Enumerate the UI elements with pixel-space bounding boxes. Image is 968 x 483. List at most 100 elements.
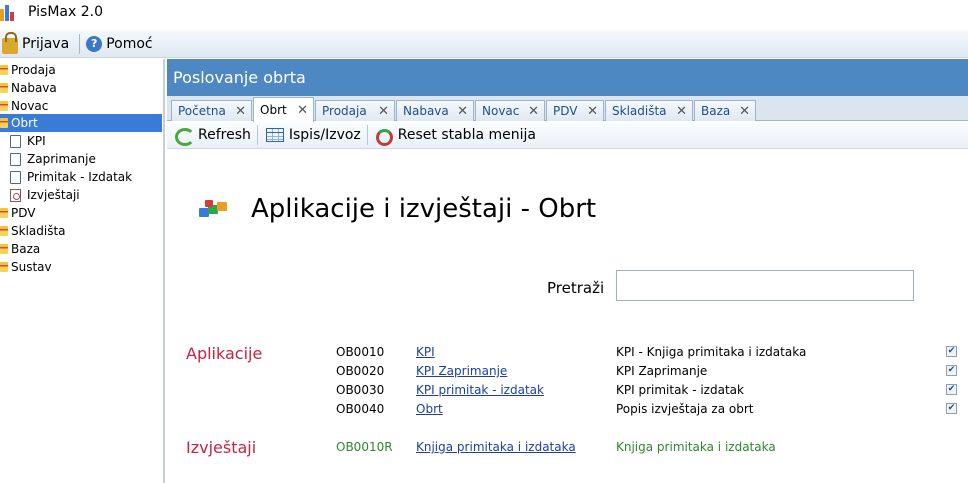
tab-label: Prodaja [322, 104, 367, 118]
close-icon[interactable]: ✕ [235, 104, 246, 119]
row-code: OB0010 [336, 345, 385, 359]
folder-icon [0, 101, 8, 111]
tab-label: Novac [482, 104, 520, 118]
menu-bar: Prijava ? Pomoć [0, 30, 968, 58]
row-link[interactable]: KPI [416, 345, 435, 359]
close-icon[interactable]: ✕ [297, 103, 308, 118]
document-icon [10, 134, 21, 148]
sidebar-item-prodaja[interactable]: Prodaja [0, 61, 56, 79]
sidebar-item-obrt[interactable]: Obrt [0, 114, 162, 132]
sidebar-item-baza[interactable]: Baza [0, 240, 40, 258]
close-icon[interactable]: ✕ [739, 104, 750, 119]
menu-login-label: Prijava [22, 35, 70, 52]
main-panel: Poslovanje obrta Početna ✕ Obrt ✕ Prodaj… [167, 59, 968, 483]
tab-pocetna[interactable]: Početna ✕ [171, 100, 252, 121]
page-title: Aplikacije i izvještaji - Obrt [251, 194, 597, 224]
refresh-button[interactable]: Refresh [167, 122, 257, 148]
sidebar-item-izvjestaji[interactable]: Izvještaji [10, 186, 80, 204]
folder-icon [0, 83, 8, 93]
sidebar-item-zaprimanje[interactable]: Zaprimanje [10, 150, 96, 168]
tab-obrt[interactable]: Obrt ✕ [253, 97, 314, 122]
sidebar-item-label: Sustav [11, 260, 52, 274]
sidebar-item-nabava[interactable]: Nabava [0, 79, 57, 97]
row-link[interactable]: KPI Zaprimanje [416, 364, 507, 378]
sidebar-item-label: Primitak - Izdatak [27, 170, 133, 184]
menu-help-label: Pomoć [106, 35, 153, 52]
favorite-checkbox[interactable]: ✔ [946, 365, 957, 376]
cubes-icon [197, 200, 229, 220]
sidebar-item-label: Skladišta [11, 224, 66, 238]
sidebar-item-sustav[interactable]: Sustav [0, 258, 52, 276]
row-description: KPI primitak - izdatak [616, 383, 744, 397]
sidebar-item-label: Izvještaji [27, 188, 80, 202]
sidebar-item-kpi[interactable]: KPI [10, 132, 46, 150]
sidebar-item-label: Prodaja [11, 63, 56, 77]
search-input[interactable] [616, 270, 914, 301]
report-icon [10, 188, 21, 202]
sidebar-item-label: Baza [11, 242, 41, 256]
folder-icon [0, 208, 8, 218]
row-link[interactable]: Obrt [416, 402, 443, 416]
tab-prodaja[interactable]: Prodaja ✕ [315, 100, 395, 121]
row-link[interactable]: KPI primitak - izdatak [416, 383, 544, 397]
tab-novac[interactable]: Novac ✕ [475, 100, 545, 121]
tab-pdv[interactable]: PDV ✕ [546, 100, 604, 121]
folder-icon [0, 65, 8, 75]
sidebar-tree: Prodaja Nabava Novac Obrt KPI Zaprimanje… [0, 59, 165, 483]
refresh-label: Refresh [198, 127, 251, 143]
table-row: OB0010 KPI KPI - Knjiga primitaka i izda… [167, 345, 968, 364]
favorite-checkbox[interactable]: ✔ [946, 346, 957, 357]
close-icon[interactable]: ✕ [528, 104, 539, 119]
tab-label: PDV [553, 104, 578, 118]
favorite-checkbox[interactable]: ✔ [946, 384, 957, 395]
toolbar: Refresh Ispis/Izvoz Reset stabla menija [167, 122, 968, 149]
sidebar-item-label: Zaprimanje [27, 152, 96, 166]
tab-label: Skladišta [612, 104, 667, 118]
help-icon: ? [86, 35, 103, 52]
close-icon[interactable]: ✕ [587, 104, 598, 119]
table-row: OB0040 Obrt Popis izvještaja za obrt ✔ [167, 402, 968, 421]
close-icon[interactable]: ✕ [457, 104, 468, 119]
sidebar-item-label: KPI [27, 134, 46, 148]
tab-skladista[interactable]: Skladišta ✕ [605, 100, 693, 121]
menu-separator [79, 33, 81, 54]
tab-label: Obrt [260, 103, 287, 117]
row-description: Popis izvještaja za obrt [616, 402, 754, 416]
sidebar-item-label: PDV [11, 206, 36, 220]
tab-baza[interactable]: Baza ✕ [694, 100, 756, 121]
sidebar-item-novac[interactable]: Novac [0, 97, 48, 115]
tab-strip: Početna ✕ Obrt ✕ Prodaja ✕ Nabava ✕ Nova… [167, 96, 968, 122]
row-description: KPI - Knjiga primitaka i izdataka [616, 345, 807, 359]
document-icon [10, 152, 21, 166]
reset-tree-button[interactable]: Reset stabla menija [368, 122, 542, 148]
close-icon[interactable]: ✕ [676, 104, 687, 119]
folder-icon [0, 226, 8, 236]
export-button[interactable]: Ispis/Izvoz [258, 122, 367, 148]
reset-icon [375, 128, 393, 146]
row-code: OB0020 [336, 364, 385, 378]
sidebar-item-label: Obrt [11, 116, 38, 130]
menu-help[interactable]: ? Pomoć [84, 30, 158, 57]
row-link[interactable]: Knjiga primitaka i izdataka [416, 440, 576, 454]
favorite-checkbox[interactable]: ✔ [946, 403, 957, 414]
main-header: Poslovanje obrta [167, 59, 968, 96]
row-description: Knjiga primitaka i izdataka [616, 440, 776, 454]
refresh-icon [175, 128, 195, 146]
sidebar-item-pdv[interactable]: PDV [0, 204, 35, 222]
row-description: KPI Zaprimanje [616, 364, 708, 378]
sidebar-item-label: Novac [11, 99, 49, 113]
sidebar-item-label: Nabava [11, 81, 57, 95]
close-icon[interactable]: ✕ [378, 104, 389, 119]
reset-label: Reset stabla menija [397, 127, 536, 143]
document-icon [10, 170, 21, 184]
table-icon [265, 128, 284, 142]
menu-login[interactable]: Prijava [0, 30, 75, 57]
sidebar-item-primitak-izdatak[interactable]: Primitak - Izdatak [10, 168, 132, 186]
table-row: OB0010R Knjiga primitaka i izdataka Knji… [167, 440, 968, 459]
sidebar-item-skladista[interactable]: Skladišta [0, 222, 66, 240]
lock-icon [2, 31, 18, 54]
export-label: Ispis/Izvoz [288, 127, 361, 143]
title-bar: PisMax 2.0 [0, 0, 968, 28]
table-row: OB0020 KPI Zaprimanje KPI Zaprimanje ✔ [167, 364, 968, 383]
tab-nabava[interactable]: Nabava ✕ [396, 100, 474, 121]
